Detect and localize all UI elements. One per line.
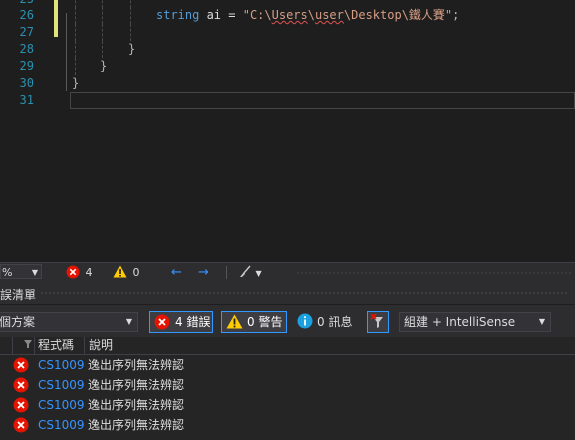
error-code-link[interactable]: CS1009 xyxy=(38,415,85,435)
error-code-link[interactable]: CS1009 xyxy=(38,355,85,375)
filter-icon[interactable] xyxy=(24,340,32,348)
string-literal-part: "C:\ xyxy=(242,8,272,22)
title-grip xyxy=(40,291,567,296)
error-row[interactable]: CS1009 逸出序列無法辨認 xyxy=(0,395,575,415)
column-separator[interactable] xyxy=(84,337,85,354)
warning-count-indicator[interactable]: 0 xyxy=(113,265,140,280)
indent-guide xyxy=(75,58,76,75)
collapse-outline xyxy=(66,13,67,91)
indent-guide xyxy=(130,24,131,41)
zoom-level: % xyxy=(2,266,13,279)
navigate-forward-button[interactable]: → xyxy=(198,265,209,280)
filter-clear-icon xyxy=(370,313,383,328)
code-line[interactable]: 29 } xyxy=(0,58,575,75)
errors-filter-button[interactable]: 4 錯誤 xyxy=(149,311,213,333)
error-count: 4 xyxy=(85,266,93,279)
error-list-grid: 程式碼 說明 CS1009 逸出序列無法辨認 CS1009 逸出序列無法辨認 C… xyxy=(0,337,575,440)
navigate-back-button[interactable]: ← xyxy=(171,265,182,280)
chevron-down-icon: ▼ xyxy=(125,317,132,326)
warning-count: 0 xyxy=(132,266,140,279)
error-row[interactable]: CS1009 逸出序列無法辨認 xyxy=(0,415,575,435)
error-description: 逸出序列無法辨認 xyxy=(88,358,185,372)
code-editor[interactable]: 25 26 string ai = "C:\Users\user\Desktop… xyxy=(0,0,575,262)
warnings-filter-button[interactable]: 0 警告 xyxy=(221,311,287,333)
indent-guide xyxy=(130,7,131,24)
column-separator[interactable] xyxy=(34,337,35,354)
error-icon xyxy=(66,265,80,279)
indent-guide xyxy=(102,24,103,41)
code-text: string ai = "C:\Users\user\Desktop\鐵人賽"; xyxy=(156,7,459,24)
warning-icon xyxy=(113,265,127,278)
error-icon xyxy=(13,417,29,433)
line-number: 30 xyxy=(19,76,34,90)
line-number: 28 xyxy=(19,42,34,56)
messages-filter-label: 0 訊息 xyxy=(317,315,353,329)
build-filter-value: 組建 + IntelliSense xyxy=(404,315,516,329)
errors-filter-label: 4 錯誤 xyxy=(175,315,211,329)
chevron-down-icon: ▼ xyxy=(538,317,545,326)
error-row[interactable]: CS1009 逸出序列無法辨認 xyxy=(0,355,575,375)
closing-brace: } xyxy=(128,42,136,56)
string-literal-part: \Desktop\鐵人賽" xyxy=(343,8,453,22)
cleanup-dropdown[interactable]: ▼ xyxy=(238,265,262,280)
error-list-toolbar: 個方案 ▼ 4 錯誤 0 警告 0 訊息 組建 + IntelliSense ▼ xyxy=(0,305,575,337)
line-number: 27 xyxy=(19,25,34,39)
identifier: ai = xyxy=(199,8,243,22)
line-number: 29 xyxy=(19,59,34,73)
info-icon xyxy=(297,313,313,329)
column-header-category[interactable] xyxy=(0,337,12,354)
error-code-link[interactable]: CS1009 xyxy=(38,395,85,415)
error-description: 逸出序列無法辨認 xyxy=(88,398,185,412)
editor-status-bar: % ▼ 4 0 ← → ▼ xyxy=(0,262,575,282)
error-icon xyxy=(13,397,29,413)
build-filter-dropdown[interactable]: 組建 + IntelliSense ▼ xyxy=(399,312,551,332)
warning-icon xyxy=(226,314,243,329)
scope-value: 個方案 xyxy=(0,315,36,329)
string-literal-part: \ xyxy=(307,8,315,22)
invalid-escape-users: Users xyxy=(271,8,308,22)
panel-title: 誤清單 xyxy=(0,288,37,302)
brush-icon xyxy=(240,265,251,277)
column-header-description[interactable]: 說明 xyxy=(89,337,113,354)
scope-dropdown[interactable]: 個方案 ▼ xyxy=(0,312,138,332)
change-bar xyxy=(54,7,58,24)
column-header-code[interactable]: 程式碼 xyxy=(38,337,74,354)
error-description: 逸出序列無法辨認 xyxy=(88,378,185,392)
keyword-string: string xyxy=(156,8,200,22)
grip xyxy=(296,271,573,275)
zoom-dropdown[interactable]: % ▼ xyxy=(0,264,42,279)
error-count-indicator[interactable]: 4 xyxy=(66,265,93,280)
indent-guide xyxy=(102,41,103,58)
code-line[interactable]: 27 xyxy=(0,24,575,41)
closing-brace: } xyxy=(72,76,80,90)
change-bar xyxy=(54,24,58,37)
current-line-highlight xyxy=(70,92,575,109)
chevron-down-icon: ▼ xyxy=(31,268,38,277)
chevron-down-icon: ▼ xyxy=(255,269,262,278)
error-row[interactable]: CS1009 逸出序列無法辨認 xyxy=(0,375,575,395)
error-list-title-bar[interactable]: 誤清單 xyxy=(0,282,575,304)
indent-guide xyxy=(102,7,103,24)
code-line[interactable]: 30 } xyxy=(0,13,575,92)
grid-header: 程式碼 說明 xyxy=(0,337,575,355)
warnings-filter-label: 0 警告 xyxy=(247,315,283,329)
error-icon xyxy=(154,314,170,330)
indent-guide xyxy=(75,24,76,41)
error-icon xyxy=(13,357,29,373)
filter-toggle-button[interactable] xyxy=(367,311,389,333)
closing-brace: } xyxy=(100,59,108,73)
line-number: 31 xyxy=(19,93,34,107)
error-description: 逸出序列無法辨認 xyxy=(88,418,185,432)
semicolon: ; xyxy=(452,8,460,22)
invalid-escape-user: user xyxy=(314,8,344,22)
code-line[interactable]: 26 string ai = "C:\Users\user\Desktop\鐵人… xyxy=(0,7,575,24)
indent-guide xyxy=(75,41,76,58)
line-number: 26 xyxy=(19,8,34,22)
error-icon xyxy=(13,377,29,393)
error-code-link[interactable]: CS1009 xyxy=(38,375,85,395)
separator xyxy=(226,266,227,279)
indent-guide xyxy=(75,7,76,24)
column-separator[interactable] xyxy=(12,337,13,354)
code-line[interactable]: 28 } xyxy=(0,41,575,58)
